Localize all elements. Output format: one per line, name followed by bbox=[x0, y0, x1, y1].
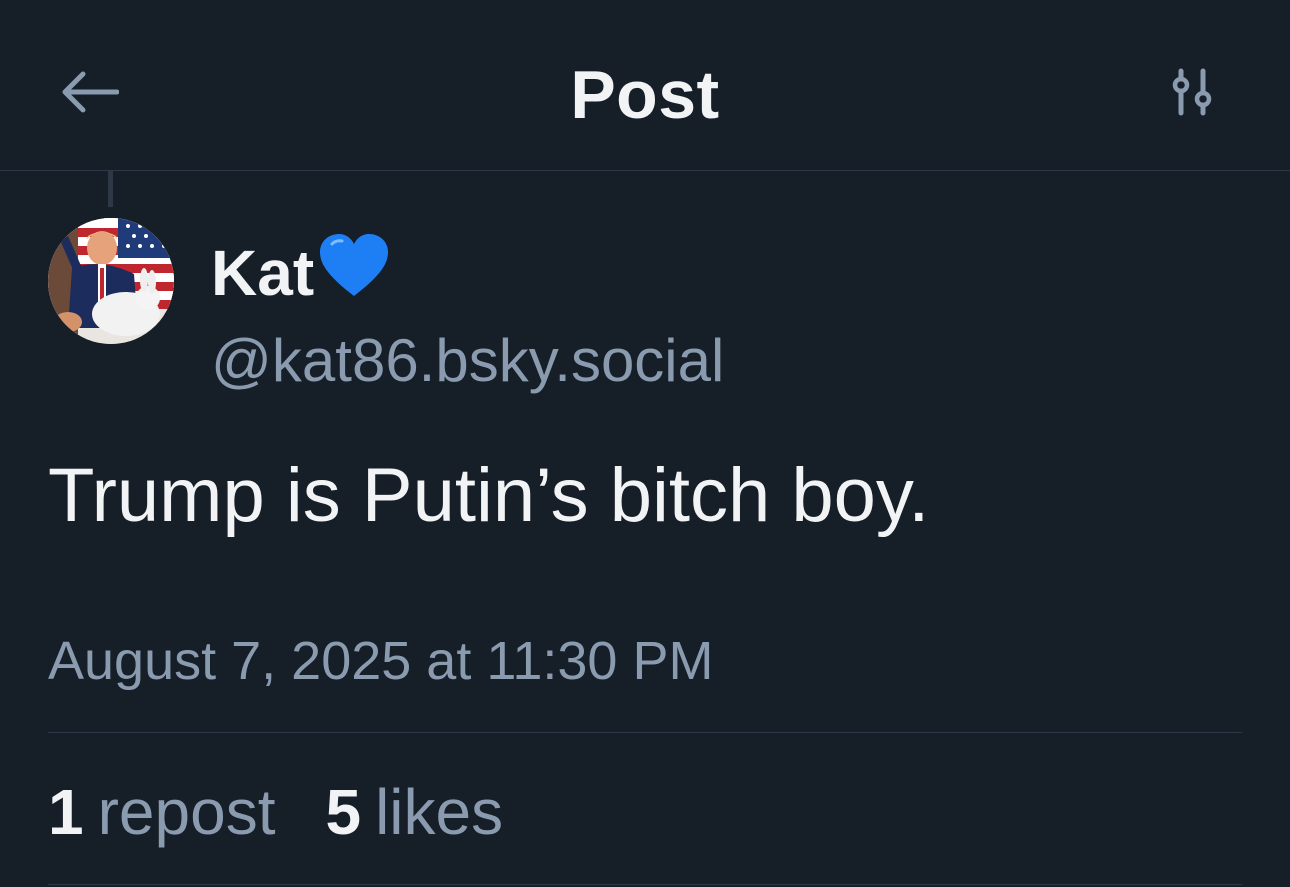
likes-label: likes bbox=[375, 776, 504, 848]
thread-connector-line bbox=[108, 171, 113, 207]
post-thread-screen: Post Kat @kat86.bsky.social Trump is Put… bbox=[0, 0, 1290, 887]
author-handle[interactable]: @kat86.bsky.social bbox=[211, 326, 724, 395]
likes-count: 5 bbox=[325, 776, 362, 848]
post-timestamp: August 7, 2025 at 11:30 PM bbox=[48, 631, 714, 691]
reposts-label: repost bbox=[97, 776, 276, 848]
divider bbox=[48, 884, 1242, 885]
reposts-stat[interactable]: 1 repost bbox=[48, 775, 275, 849]
top-bar: Post bbox=[0, 0, 1290, 171]
author-display-name: Kat bbox=[211, 236, 315, 309]
page-title: Post bbox=[570, 57, 720, 133]
divider bbox=[48, 732, 1242, 733]
avatar[interactable] bbox=[48, 218, 174, 344]
blue-heart-icon bbox=[318, 232, 390, 313]
reposts-count: 1 bbox=[48, 776, 84, 848]
thread-settings-button[interactable] bbox=[1162, 64, 1222, 124]
likes-stat[interactable]: 5 likes bbox=[325, 775, 503, 849]
post-text: Trump is Putin’s bitch boy. bbox=[48, 453, 930, 538]
sliders-icon bbox=[1167, 67, 1217, 122]
post-stats: 1 repost 5 likes bbox=[48, 775, 503, 849]
author-name[interactable]: Kat bbox=[211, 232, 390, 313]
